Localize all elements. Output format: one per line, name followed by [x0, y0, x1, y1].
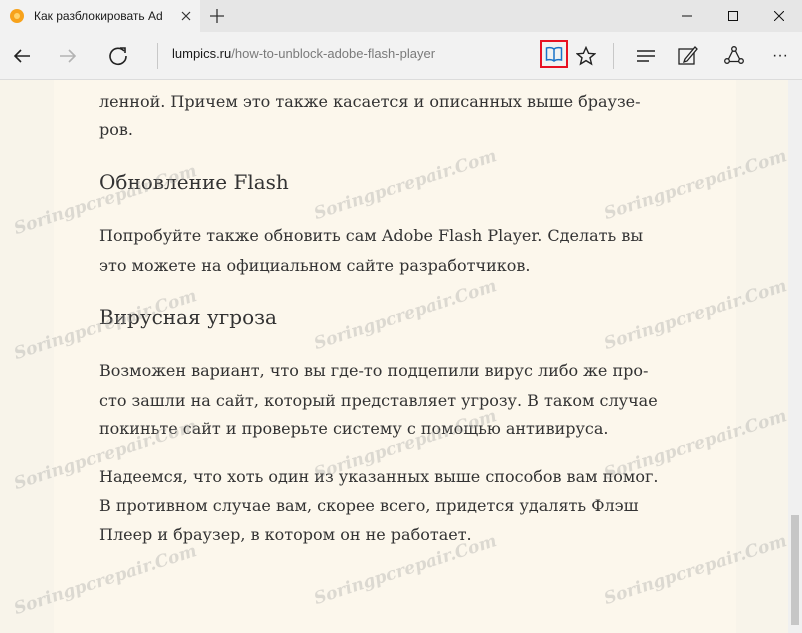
- article-line: сто зашли на сайт, который представляет …: [99, 391, 658, 410]
- browser-tab[interactable]: Как разблокировать Ad: [0, 0, 200, 32]
- hub-lines-icon[interactable]: [628, 38, 664, 74]
- article-line: покиньте сайт и проверьте систему с помо…: [99, 419, 609, 438]
- article-line: ров.: [99, 120, 133, 139]
- article-line: Надеемся, что хоть один из указанных выш…: [99, 467, 659, 486]
- star-icon[interactable]: [568, 38, 604, 74]
- reading-view-content: ленной. Причем это также касается и опис…: [0, 80, 788, 633]
- address-domain: lumpics.ru: [172, 46, 232, 61]
- address-path: /how-to-unblock-adobe-flash-player: [231, 46, 436, 61]
- title-bar: Как разблокировать Ad: [0, 0, 802, 32]
- vertical-scrollbar[interactable]: [788, 80, 802, 633]
- reading-view-button[interactable]: [540, 40, 568, 68]
- back-arrow-icon[interactable]: [4, 38, 40, 74]
- article-line: это можете на официальном сайте разработ…: [99, 256, 531, 275]
- article-line: ленной. Причем это также касается и опис…: [99, 92, 641, 111]
- new-tab-button[interactable]: [205, 4, 229, 28]
- article-line: Попробуйте также обновить сам Adobe Flas…: [99, 226, 644, 245]
- minimize-button[interactable]: [664, 0, 710, 32]
- article-line: Плеер и браузер, в котором он не работае…: [99, 525, 472, 544]
- address-bar[interactable]: lumpics.ru/how-to-unblock-adobe-flash-pl…: [172, 46, 435, 61]
- toolbar-separator: [613, 43, 614, 69]
- book-icon: [545, 46, 563, 62]
- maximize-button[interactable]: [710, 0, 756, 32]
- more-options-button[interactable]: ···: [762, 38, 798, 74]
- refresh-icon[interactable]: [100, 38, 136, 74]
- navigation-bar: lumpics.ru/how-to-unblock-adobe-flash-pl…: [0, 32, 802, 80]
- address-separator: [157, 43, 158, 69]
- share-icon[interactable]: [716, 38, 752, 74]
- close-tab-icon[interactable]: [178, 8, 194, 24]
- article-line: Возможен вариант, что вы где-то подцепил…: [99, 361, 649, 380]
- tab-title: Как разблокировать Ad: [34, 9, 163, 23]
- article-line: В противном случае вам, скорее всего, пр…: [99, 496, 639, 515]
- orange-flower-icon: [9, 8, 25, 24]
- pen-note-icon[interactable]: [670, 38, 706, 74]
- section-heading: Обновление Flash: [99, 170, 289, 194]
- section-heading: Вирусная угроза: [99, 305, 277, 329]
- forward-arrow-icon[interactable]: [50, 38, 86, 74]
- scrollbar-thumb[interactable]: [791, 515, 799, 625]
- article-page: ленной. Причем это также касается и опис…: [54, 80, 736, 633]
- close-window-button[interactable]: [756, 0, 802, 32]
